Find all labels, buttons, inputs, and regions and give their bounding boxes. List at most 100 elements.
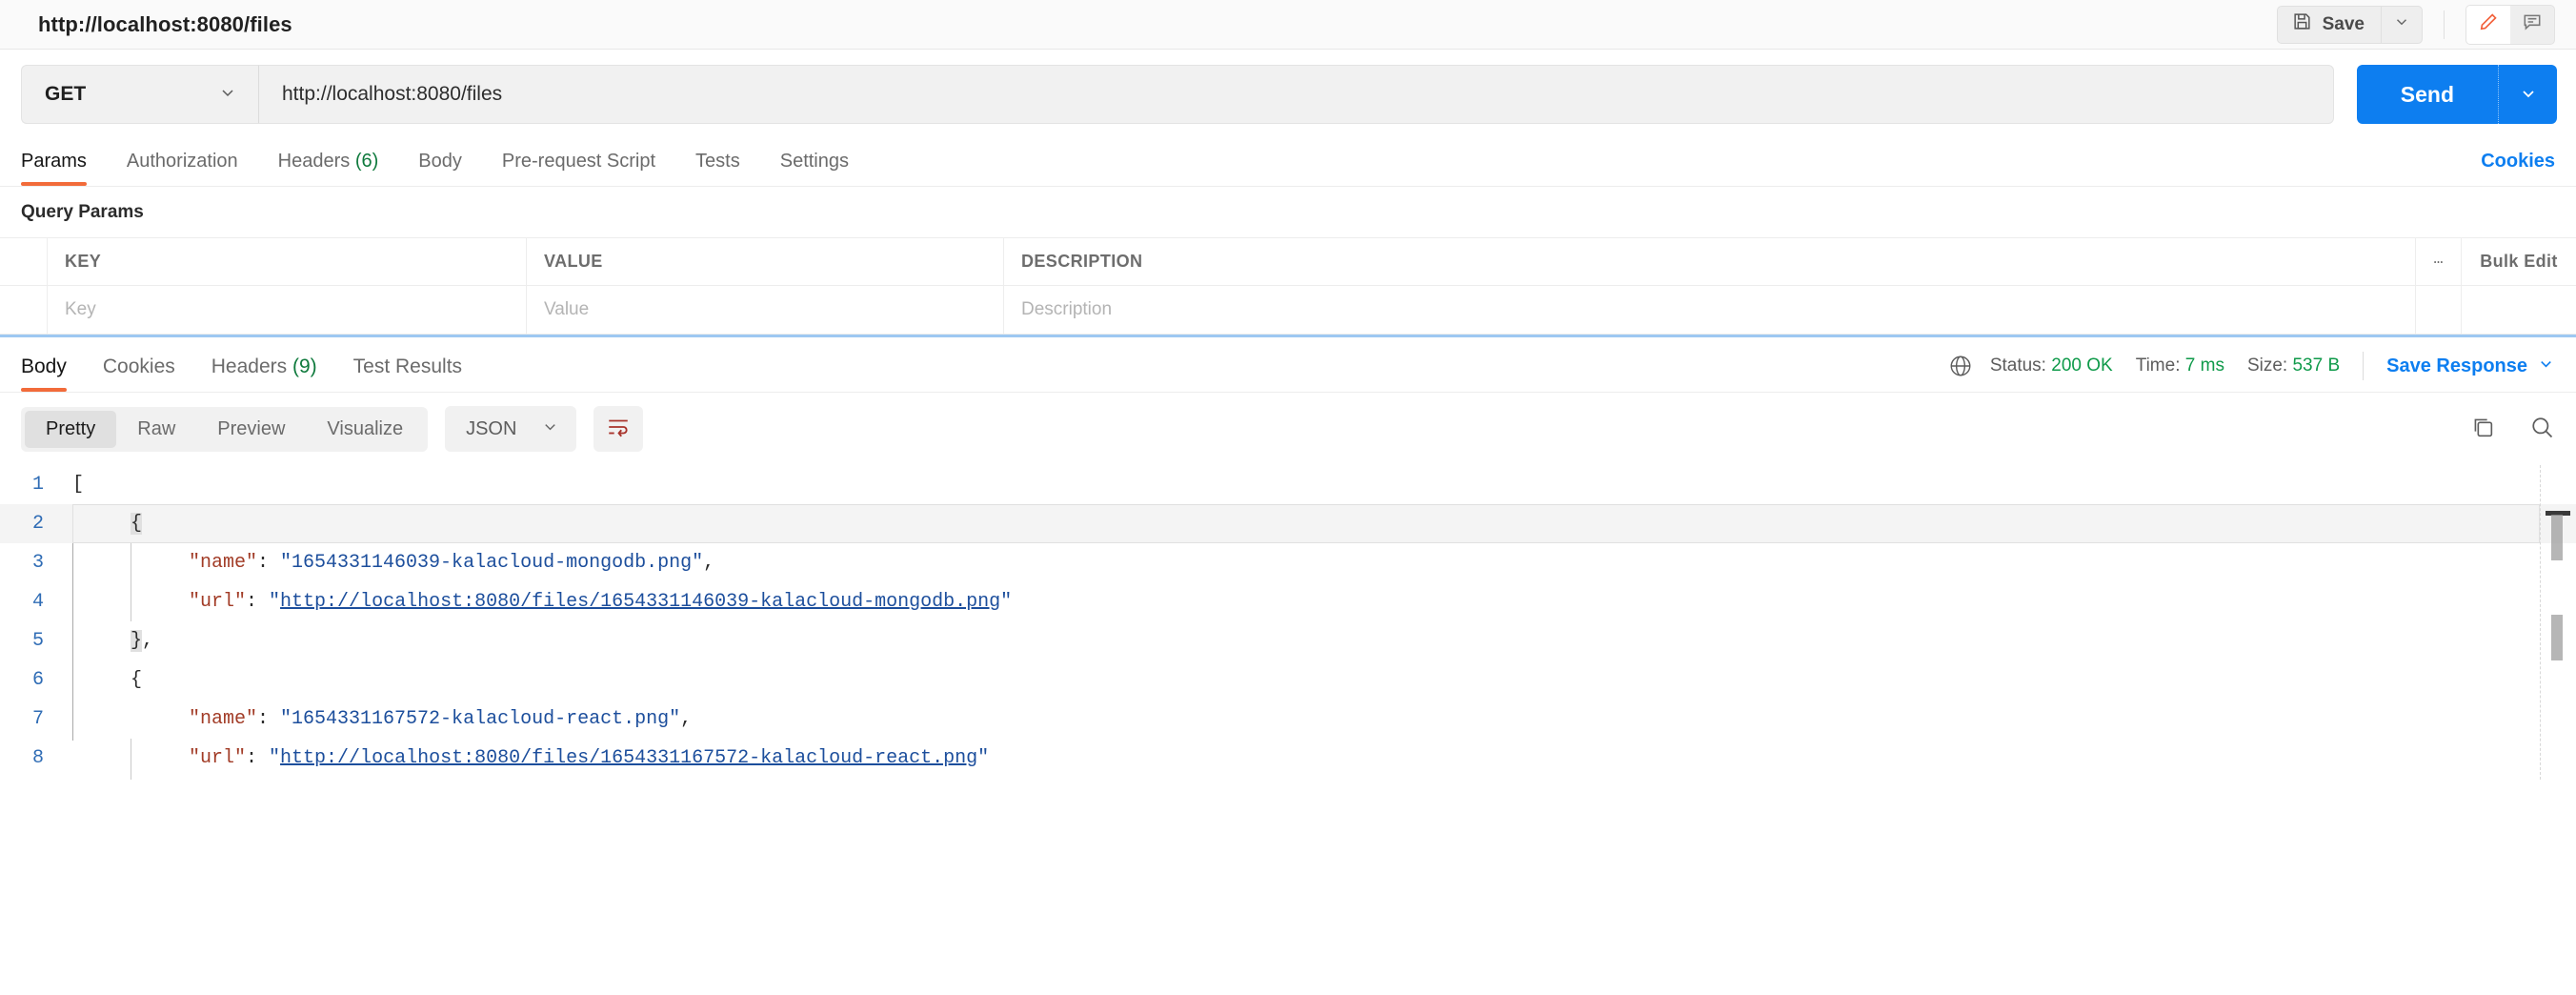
language-selector[interactable]: JSON [445, 406, 577, 452]
response-format-bar: Pretty Raw Preview Visualize JSON [0, 393, 2576, 465]
request-title: http://localhost:8080/files [38, 11, 292, 36]
query-params-title: Query Params [21, 202, 144, 222]
status-label: Status: [1989, 355, 2046, 376]
row-checkbox-cell[interactable] [0, 286, 48, 334]
tab-label: Headers [277, 151, 351, 172]
method-label: GET [45, 83, 87, 105]
code-line-text: "url": "http://localhost:8080/files/1654… [59, 739, 989, 778]
tab-tests[interactable]: Tests [695, 151, 740, 186]
save-response-button[interactable]: Save Response [2386, 355, 2555, 378]
globe-icon [1948, 354, 1973, 378]
tab-body[interactable]: Body [418, 151, 462, 186]
code-line: 1[ [0, 465, 2576, 504]
tab-params[interactable]: Params [21, 151, 87, 186]
matching-brace: } [131, 630, 143, 652]
response-body-viewer: 1[2{3 "name": "1654331146039-kalacloud-mo… [0, 465, 2576, 780]
text-wrap-button[interactable] [594, 406, 644, 452]
chevron-down-icon [218, 83, 237, 107]
code-token: "url" [189, 747, 247, 769]
cookies-link[interactable]: Cookies [2481, 151, 2555, 186]
copy-icon[interactable] [2469, 414, 2496, 445]
response-tabs-bar: Body Cookies Headers (9) Test Results Statu… [0, 337, 2576, 393]
ellipsis-icon[interactable] [2416, 238, 2462, 285]
response-tab-body[interactable]: Body [21, 355, 67, 392]
size-badge: Size: 537 B [2247, 355, 2340, 376]
response-tab-label: Body [21, 355, 67, 377]
send-button[interactable]: Send [2356, 65, 2498, 124]
view-visualize[interactable]: Visualize [306, 411, 424, 448]
matching-brace: { [131, 513, 143, 535]
response-tab-label: Cookies [102, 355, 175, 377]
code-line: 8 "url": "http://localhost:8080/files/165… [0, 739, 2576, 778]
comment-view-button[interactable] [2510, 6, 2554, 44]
view-raw[interactable]: Raw [116, 411, 196, 448]
response-tab-cookies[interactable]: Cookies [103, 355, 175, 392]
scrollbar-thumb[interactable] [2551, 515, 2563, 560]
code-line: 9} [0, 778, 2576, 780]
method-selector[interactable]: GET [21, 65, 259, 124]
code-line-text: [ [59, 465, 84, 504]
tab-pre-request-script[interactable]: Pre-request Script [502, 151, 655, 186]
response-tab-label: Test Results [352, 355, 463, 377]
response-tab-headers[interactable]: Headers (9) [211, 355, 317, 392]
code-token: [ [72, 474, 85, 496]
line-number: 6 [31, 669, 44, 691]
size-label: Size: [2246, 355, 2288, 376]
url-input[interactable]: http://localhost:8080/files [259, 65, 2334, 124]
divider [2363, 352, 2365, 380]
param-value-input[interactable]: Value [527, 286, 1004, 334]
line-number: 5 [31, 630, 44, 652]
tab-label: Authorization [126, 151, 238, 172]
tab-authorization[interactable]: Authorization [127, 151, 238, 186]
view-toggle-group [2465, 4, 2555, 45]
json-code-area[interactable]: 1[2{3 "name": "1654331146039-kalacloud-mo… [0, 465, 2576, 780]
line-number: 8 [31, 747, 44, 769]
floppy-disk-icon [2292, 11, 2312, 37]
param-key-placeholder: Key [65, 299, 96, 319]
code-token: : [257, 552, 281, 574]
indent-guide [72, 504, 73, 741]
chevron-down-icon [2519, 84, 2538, 106]
select-all-cell[interactable] [0, 238, 48, 285]
search-icon[interactable] [2528, 414, 2555, 445]
save-options-button[interactable] [2381, 5, 2423, 44]
code-token: "name" [189, 708, 258, 730]
line-number: 4 [31, 591, 44, 613]
code-link[interactable]: http://localhost:8080/files/165433114603… [280, 591, 1000, 613]
bulk-edit-button[interactable]: Bulk Edit [2462, 238, 2576, 285]
code-line: 3 "name": "1654331146039-kalacloud-mongod… [0, 543, 2576, 582]
tab-headers[interactable]: Headers (6) [278, 151, 379, 186]
param-key-input[interactable]: Key [48, 286, 527, 334]
scrollbar-marker-secondary [2551, 615, 2563, 660]
column-header-value: VALUE [527, 238, 1004, 285]
view-preview[interactable]: Preview [196, 411, 306, 448]
edit-view-button[interactable] [2466, 5, 2510, 44]
row-actions-cell[interactable] [2416, 286, 2462, 334]
size-value: 537 B [2292, 355, 2341, 376]
code-token: , [680, 708, 693, 730]
response-view-toggle: Pretty Raw Preview Visualize [21, 406, 429, 452]
code-vertical-scrollbar[interactable] [2540, 465, 2576, 780]
save-button-group: Save [2276, 5, 2423, 44]
code-token: : [257, 708, 281, 730]
pencil-icon [2478, 11, 2499, 37]
send-options-button[interactable] [2498, 65, 2557, 124]
url-row: GET http://localhost:8080/files Send [0, 50, 2576, 139]
view-pretty[interactable]: Pretty [25, 410, 117, 448]
tab-label: Body [418, 151, 462, 172]
code-token: " [269, 591, 281, 613]
code-token: "1654331167572-kalacloud-react.png" [280, 708, 681, 730]
save-button[interactable]: Save [2276, 5, 2381, 44]
param-description-input[interactable]: Description [1004, 286, 2416, 334]
tab-label: Params [21, 151, 87, 172]
code-link[interactable]: http://localhost:8080/files/165433116757… [280, 747, 977, 769]
code-token: " [1000, 591, 1013, 613]
chevron-down-icon [2537, 355, 2555, 378]
line-number: 7 [31, 708, 44, 730]
tab-settings[interactable]: Settings [780, 151, 849, 186]
time-badge: Time: 7 ms [2136, 355, 2224, 376]
response-tab-test-results[interactable]: Test Results [353, 355, 462, 392]
column-header-description: DESCRIPTION [1004, 238, 2416, 285]
top-bar: http://localhost:8080/files Save [0, 0, 2576, 50]
code-token: "1654331146039-kalacloud-mongodb.png" [280, 552, 704, 574]
